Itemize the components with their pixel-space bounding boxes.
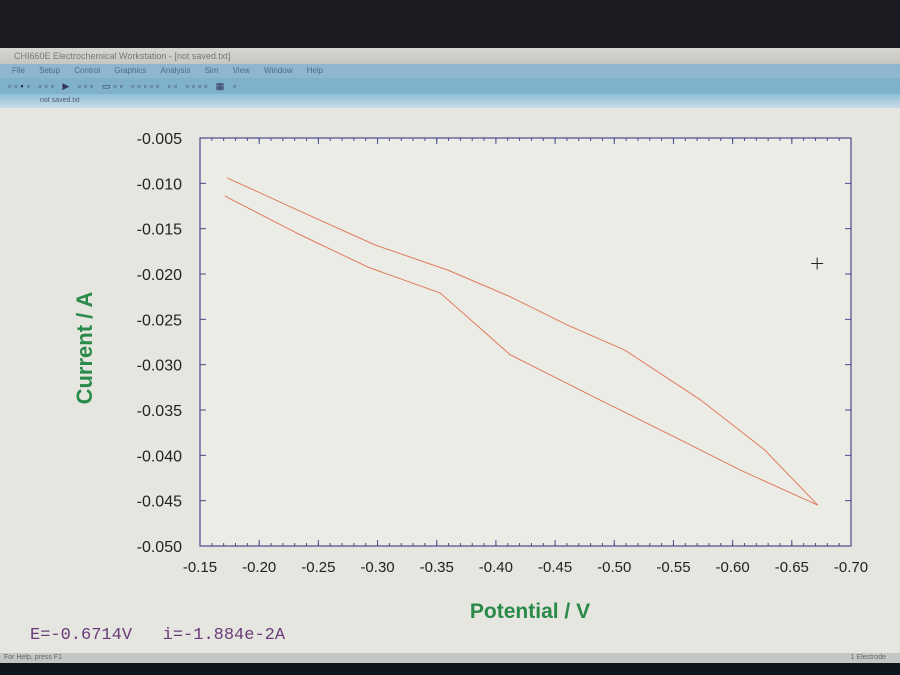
menu-graphics[interactable]: Graphics bbox=[114, 66, 146, 75]
menu-analysis[interactable]: Analysis bbox=[161, 66, 191, 75]
document-tab-label: not saved.txt bbox=[40, 97, 80, 104]
y-tick-label: -0.050 bbox=[137, 539, 182, 556]
x-tick-label: -0.65 bbox=[775, 559, 809, 576]
status-bar: For Help, press F1 1 Electrode bbox=[0, 653, 900, 663]
status-electrode: 1 Electrode bbox=[850, 654, 886, 661]
y-tick-label: -0.015 bbox=[137, 222, 182, 239]
cursor-readout: E=-0.6714V i=-1.884e-2A bbox=[30, 626, 285, 645]
title-bar: CHI660E Electrochemical Workstation - [n… bbox=[0, 48, 900, 64]
x-tick-label: -0.45 bbox=[538, 559, 572, 576]
x-tick-label: -0.55 bbox=[656, 559, 690, 576]
x-tick-label: -0.20 bbox=[242, 559, 276, 576]
taskbar bbox=[0, 663, 900, 675]
current-readout: i=-1.884e-2A bbox=[162, 626, 286, 645]
x-tick-label: -0.15 bbox=[183, 559, 217, 576]
plot-frame bbox=[199, 137, 852, 547]
y-axis-label: Current / A bbox=[72, 291, 97, 404]
y-tick-label: -0.030 bbox=[137, 358, 182, 375]
menu-help[interactable]: Help bbox=[307, 66, 323, 75]
x-tick-label: -0.40 bbox=[479, 559, 513, 576]
x-tick-label: -0.70 bbox=[834, 559, 868, 576]
potential-readout: E=-0.6714V bbox=[30, 626, 133, 645]
status-text: For Help, press F1 bbox=[4, 654, 62, 661]
y-tick-label: -0.045 bbox=[137, 494, 182, 511]
x-tick-label: -0.50 bbox=[597, 559, 631, 576]
plot-area: -0.15 -0.20 -0.25 -0.30 -0.35 -0.40 -0.45 -0.50… bbox=[0, 108, 900, 668]
menu-bar: File Setup Control Graphics Analysis Sim… bbox=[0, 64, 900, 78]
chart: -0.15 -0.20 -0.25 -0.30 -0.35 -0.40 -0.45 -0.50… bbox=[72, 131, 868, 623]
y-tick-label: -0.005 bbox=[137, 131, 182, 148]
y-tick-label: -0.010 bbox=[137, 176, 182, 193]
menu-sim[interactable]: Sim bbox=[205, 66, 219, 75]
y-tick-label: -0.020 bbox=[137, 267, 182, 284]
y-tick-label: -0.025 bbox=[137, 312, 182, 329]
app-window: CHI660E Electrochemical Workstation - [n… bbox=[0, 48, 900, 675]
x-tick-label: -0.25 bbox=[301, 559, 335, 576]
x-tick-label: -0.35 bbox=[420, 559, 454, 576]
x-tick-label: -0.30 bbox=[360, 559, 394, 576]
window-title: CHI660E Electrochemical Workstation - [n… bbox=[14, 51, 231, 61]
y-tick-label: -0.035 bbox=[137, 403, 182, 420]
document-tab[interactable]: not saved.txt bbox=[0, 94, 900, 108]
y-tick-label: -0.040 bbox=[137, 448, 182, 465]
toolbar[interactable]: ▫▫▪▫ ▫▫▫ ▶ ▫▫▫ ▭▫▫ ▫▫▫▫▫ ▫▫ ▫▫▫▫ ▦ ▫ bbox=[0, 78, 900, 94]
x-tick-label: -0.60 bbox=[716, 559, 750, 576]
menu-control[interactable]: Control bbox=[74, 66, 100, 75]
menu-setup[interactable]: Setup bbox=[39, 66, 60, 75]
menu-window[interactable]: Window bbox=[264, 66, 292, 75]
menu-view[interactable]: View bbox=[233, 66, 250, 75]
menu-file[interactable]: File bbox=[12, 66, 25, 75]
x-axis-label: Potential / V bbox=[470, 600, 590, 623]
